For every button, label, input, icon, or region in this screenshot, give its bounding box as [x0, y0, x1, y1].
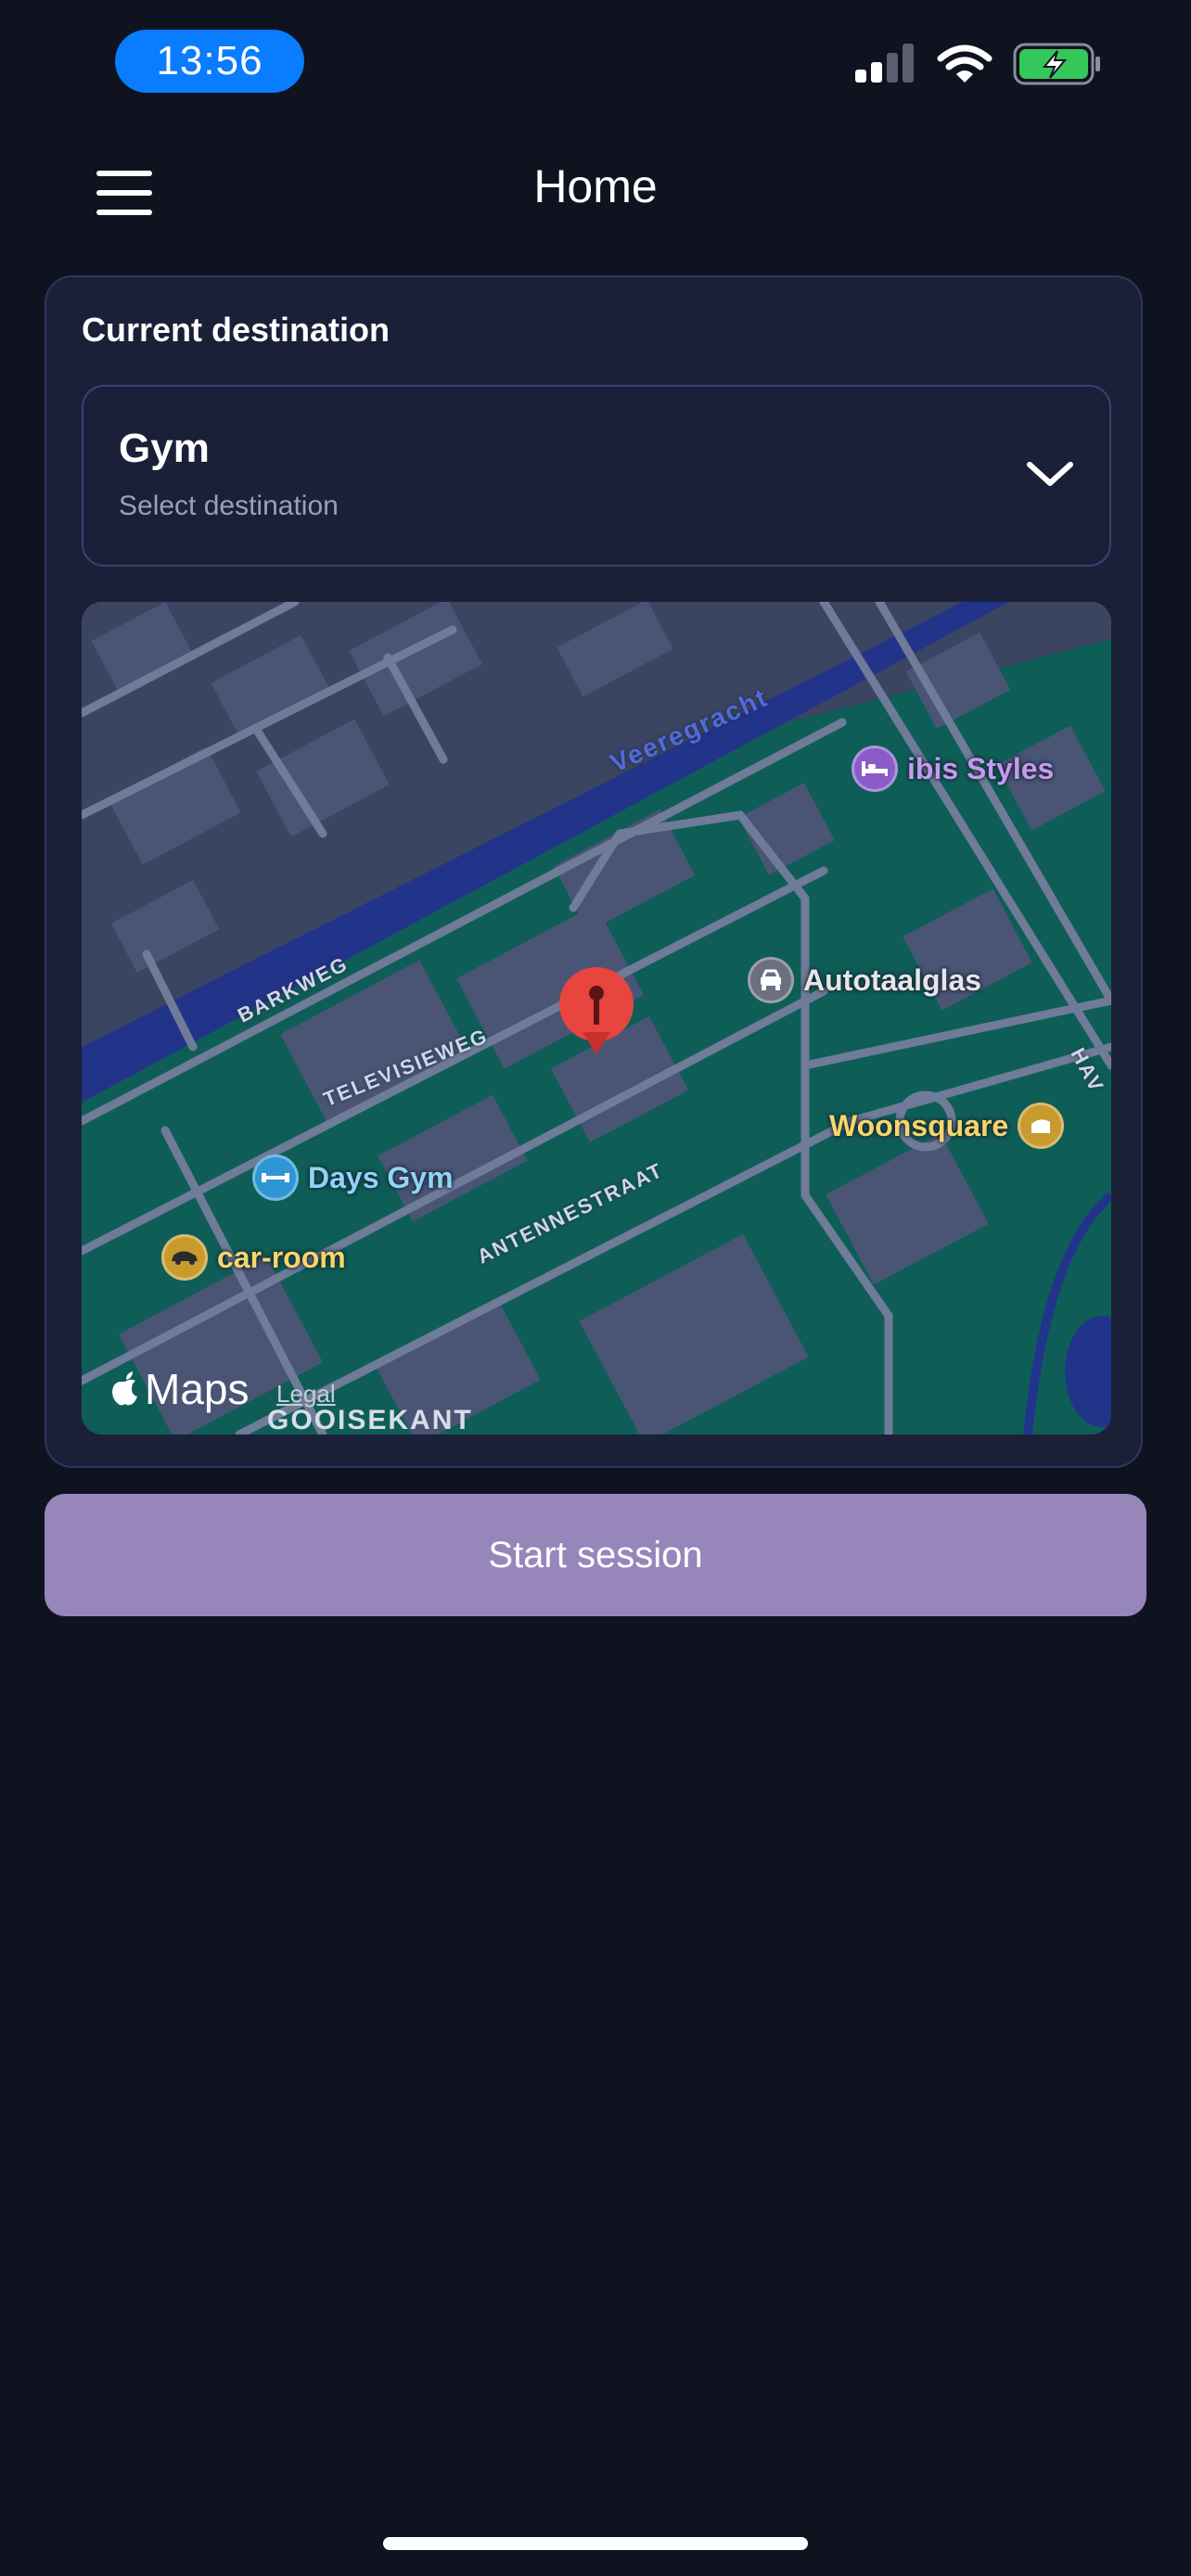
- apple-logo-icon: [112, 1371, 137, 1406]
- status-time: 13:56: [115, 30, 304, 93]
- car-front-icon: [748, 957, 794, 1003]
- dumbbell-icon: [252, 1154, 299, 1201]
- destination-value: Gym: [119, 426, 210, 471]
- street-label: GOOISEKANT: [267, 1405, 473, 1435]
- current-destination-label: Current destination: [82, 311, 391, 349]
- wifi-icon: [937, 45, 992, 83]
- furniture-icon: [1018, 1103, 1065, 1149]
- poi-ibis-styles[interactable]: ibis Styles: [852, 746, 1054, 792]
- bed-icon: [852, 746, 898, 792]
- battery-charging-icon: [1013, 43, 1100, 85]
- maps-brand-text: Maps: [145, 1365, 250, 1413]
- page-title: Home: [533, 160, 658, 212]
- poi-car-room[interactable]: car-room: [161, 1234, 346, 1281]
- poi-woonsquare[interactable]: Woonsquare: [829, 1103, 1065, 1149]
- destination-select[interactable]: Gym Select destination: [82, 385, 1111, 567]
- car-icon: [161, 1234, 208, 1281]
- poi-label: Woonsquare: [829, 1108, 1009, 1142]
- status-icons: [853, 43, 1102, 85]
- poi-label: Autotaalglas: [803, 963, 982, 997]
- poi-days-gym[interactable]: Days Gym: [252, 1154, 454, 1201]
- signal-icon: [855, 44, 914, 83]
- chevron-down-icon: [1027, 462, 1073, 486]
- poi-label: ibis Styles: [907, 751, 1055, 785]
- apple-maps-logo: Maps: [109, 1364, 249, 1414]
- home-indicator: [383, 2537, 808, 2550]
- destination-placeholder: Select destination: [119, 491, 339, 521]
- start-session-button[interactable]: Start session: [45, 1494, 1146, 1616]
- poi-label: Days Gym: [308, 1160, 454, 1194]
- poi-autotaalglas[interactable]: Autotaalglas: [748, 957, 981, 1003]
- map-view[interactable]: Veeregracht BARKWEG TELEVISIEWEG ANTENNE…: [82, 602, 1111, 1435]
- location-pin-icon: [559, 967, 634, 1054]
- destination-card: Current destination Gym Select destinati…: [45, 275, 1143, 1468]
- poi-label: car-room: [217, 1240, 346, 1274]
